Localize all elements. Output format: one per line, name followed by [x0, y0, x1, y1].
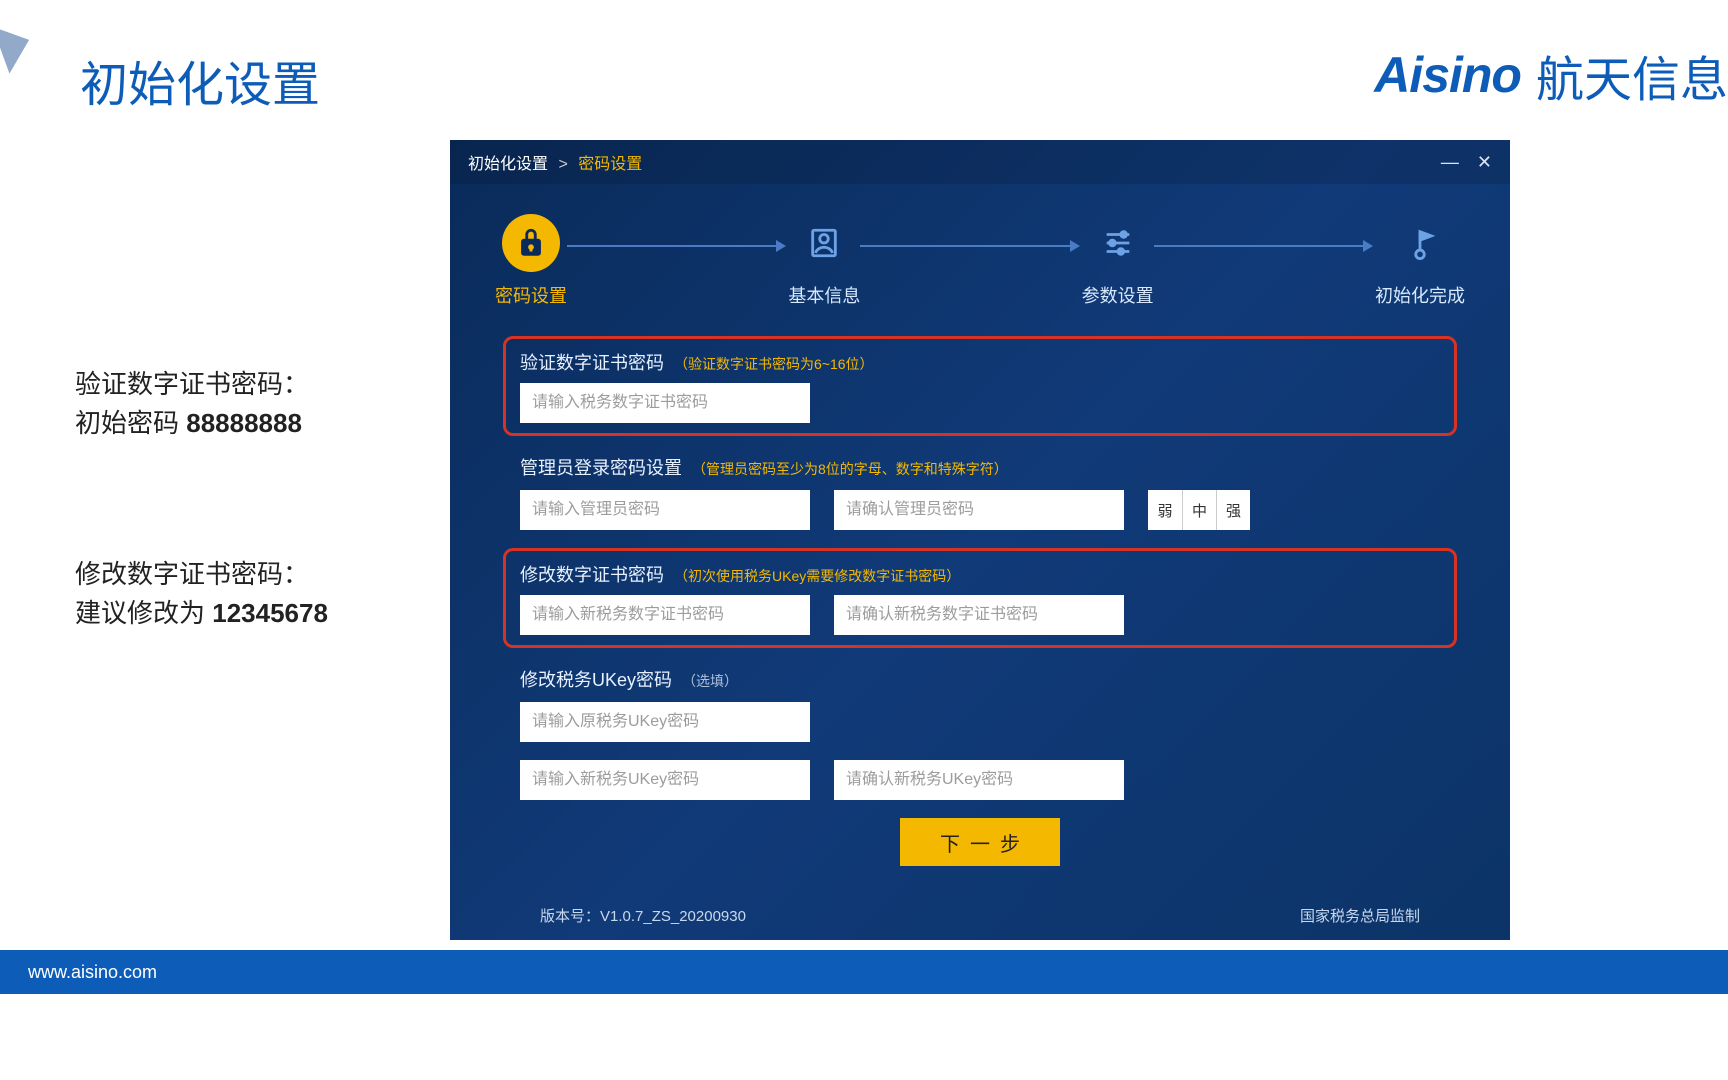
lock-icon — [502, 214, 560, 272]
ukey-old-pwd-input[interactable] — [520, 702, 810, 742]
version-label: 版本号：V1.0.7_ZS_20200930 — [540, 905, 746, 926]
breadcrumb-root: 初始化设置 — [468, 156, 548, 173]
next-button[interactable]: 下一步 — [900, 818, 1060, 866]
sliders-icon — [1089, 214, 1147, 272]
admin-pwd-confirm-input[interactable] — [834, 490, 1124, 530]
ukey-new-pwd-input[interactable] — [520, 760, 810, 800]
flag-icon — [1391, 214, 1449, 272]
verify-cert-hint: （验证数字证书密码为6~16位） — [674, 354, 874, 374]
annotation-verify-password: 验证数字证书密码： 初始密码 88888888 — [75, 365, 309, 443]
breadcrumb: 初始化设置 > 密码设置 — [468, 150, 642, 174]
admin-pwd-hint: （管理员密码至少为8位的字母、数字和特殊字符） — [692, 459, 1008, 479]
page-footer-stripe: www.aisino.com — [0, 950, 1728, 994]
page-title: 初始化设置 — [80, 45, 320, 115]
strength-weak: 弱 — [1148, 490, 1182, 530]
highlight-modify-cert: 修改数字证书密码 （初次使用税务UKey需要修改数字证书密码） — [503, 548, 1457, 648]
step-arrow-icon — [850, 245, 1091, 247]
strength-mid: 中 — [1182, 490, 1216, 530]
ukey-confirm-pwd-input[interactable] — [834, 760, 1124, 800]
wizard-steps: 密码设置 基本信息 参数设置 初始化完成 — [450, 184, 1510, 326]
brand-logo-block: Aisino 航天信息 — [1374, 40, 1728, 110]
authority-label: 国家税务总局监制 — [1300, 905, 1420, 926]
step-params: 参数设置 — [1082, 214, 1154, 308]
modify-cert-label: 修改数字证书密码 — [520, 561, 664, 587]
profile-icon — [795, 214, 853, 272]
modify-cert-confirm-input[interactable] — [834, 595, 1124, 635]
password-strength-indicator: 弱 中 强 — [1148, 490, 1250, 530]
ukey-pwd-hint: （选填） — [682, 671, 738, 691]
brand-logo-text: Aisino — [1374, 46, 1521, 104]
minimize-button[interactable]: — — [1441, 152, 1459, 173]
annotation-modify-password: 修改数字证书密码： 建议修改为 12345678 — [75, 555, 328, 633]
window-footer: 版本号：V1.0.7_ZS_20200930 国家税务总局监制 — [450, 905, 1510, 926]
modify-cert-hint: （初次使用税务UKey需要修改数字证书密码） — [674, 566, 960, 586]
strength-strong: 强 — [1216, 490, 1250, 530]
verify-cert-label: 验证数字证书密码 — [520, 349, 664, 375]
footer-url: www.aisino.com — [28, 962, 157, 983]
admin-pwd-label: 管理员登录密码设置 — [520, 454, 682, 480]
close-button[interactable]: ✕ — [1477, 152, 1492, 173]
step-complete: 初始化完成 — [1375, 214, 1465, 308]
brand-name: 航天信息 — [1536, 40, 1728, 110]
step-password: 密码设置 — [495, 214, 567, 308]
modify-cert-new-input[interactable] — [520, 595, 810, 635]
highlight-verify-cert: 验证数字证书密码 （验证数字证书密码为6~16位） — [503, 336, 1457, 436]
step-arrow-icon — [557, 245, 798, 247]
breadcrumb-separator: > — [558, 156, 567, 173]
step-arrow-icon — [1144, 245, 1385, 247]
breadcrumb-current: 密码设置 — [578, 156, 642, 173]
verify-cert-input[interactable] — [520, 383, 810, 423]
ukey-pwd-label: 修改税务UKey密码 — [520, 666, 672, 692]
window-titlebar: 初始化设置 > 密码设置 — ✕ — [450, 140, 1510, 184]
step-basic-info: 基本信息 — [788, 214, 860, 308]
setup-wizard-window: 初始化设置 > 密码设置 — ✕ 密码设置 基本信息 参数设置 — [450, 140, 1510, 940]
admin-pwd-input[interactable] — [520, 490, 810, 530]
decorative-triangle — [0, 16, 38, 73]
